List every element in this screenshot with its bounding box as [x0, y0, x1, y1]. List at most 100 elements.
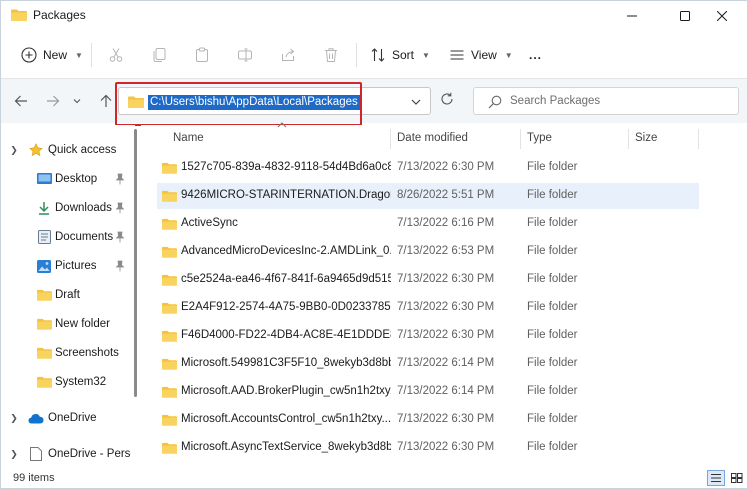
details-view-button[interactable]	[707, 470, 725, 486]
file-row[interactable]: Microsoft.AsyncTextService_8wekyb3d8b...…	[157, 435, 699, 461]
file-row[interactable]: 1527c705-839a-4832-9118-54d4Bd6a0c89... …	[157, 155, 699, 181]
file-date: 7/13/2022 6:30 PM	[397, 301, 495, 313]
file-type: File folder	[527, 273, 578, 285]
column-divider[interactable]	[390, 129, 391, 149]
rename-button[interactable]	[233, 43, 257, 67]
sidebar-scrollbar[interactable]	[134, 129, 137, 397]
file-date: 7/13/2022 6:14 PM	[397, 385, 495, 397]
file-row[interactable]: E2A4F912-2574-4A75-9BB0-0D023378592... 7…	[157, 295, 699, 321]
sidebar-item-downloads[interactable]: Downloads	[1, 195, 131, 221]
more-options-button[interactable]: ...	[525, 41, 546, 69]
sidebar-item-system32[interactable]: System32	[1, 369, 131, 395]
column-header-name[interactable]: Name	[173, 125, 204, 151]
sidebar-item-screenshots[interactable]: Screenshots	[1, 340, 131, 366]
pictures-icon	[36, 259, 52, 273]
view-label: View	[471, 48, 497, 62]
details-view-icon	[711, 474, 721, 482]
file-type: File folder	[527, 357, 578, 369]
scissors-icon	[109, 48, 123, 62]
divider	[91, 43, 92, 67]
minimize-icon	[627, 15, 637, 17]
folder-icon	[162, 246, 177, 258]
sidebar-item-new-folder[interactable]: New folder	[1, 311, 131, 337]
view-list-icon	[450, 50, 464, 60]
cut-button[interactable]	[104, 43, 128, 67]
back-button[interactable]	[10, 90, 32, 112]
file-row[interactable]: AdvancedMicroDevicesInc-2.AMDLink_0... 7…	[157, 239, 699, 265]
forward-button[interactable]	[42, 90, 64, 112]
file-name: Microsoft.549981C3F5F10_8wekyb3d8bb...	[181, 357, 391, 369]
file-row[interactable]: ActiveSync 7/13/2022 6:16 PM File folder	[157, 211, 699, 237]
recent-locations-button[interactable]	[66, 90, 88, 112]
new-button[interactable]: New ▼	[17, 41, 87, 69]
sidebar-item-onedrive[interactable]: ❯ OneDrive	[1, 405, 131, 431]
desktop-icon	[36, 172, 52, 186]
file-date: 7/13/2022 6:30 PM	[397, 413, 495, 425]
sidebar-item-draft[interactable]: Draft	[1, 282, 131, 308]
chevron-down-icon[interactable]: ❯	[9, 145, 19, 156]
column-header-date-modified[interactable]: Date modified	[397, 125, 468, 151]
chevron-down-icon: ▼	[75, 50, 83, 60]
navigation-pane: ❯ Quick access Desktop Downloads Documen…	[1, 125, 135, 468]
file-date: 7/13/2022 6:14 PM	[397, 357, 495, 369]
share-button[interactable]	[276, 43, 300, 67]
column-divider[interactable]	[520, 129, 521, 149]
file-row[interactable]: Microsoft.AAD.BrokerPlugin_cw5n1h2txy...…	[157, 379, 699, 405]
tiles-view-button[interactable]	[728, 470, 746, 486]
chevron-down-icon[interactable]	[410, 96, 422, 108]
sidebar-item-quick-access[interactable]: ❯ Quick access	[1, 137, 131, 163]
sidebar-item-label: Screenshots	[55, 347, 119, 359]
pin-icon	[115, 260, 125, 272]
sidebar-item-documents[interactable]: Documents	[1, 224, 131, 250]
close-button[interactable]	[699, 1, 745, 31]
up-button[interactable]	[95, 90, 117, 112]
item-count: 99 items	[13, 472, 55, 484]
file-type: File folder	[527, 329, 578, 341]
star-icon	[28, 143, 44, 157]
file-date: 7/13/2022 6:30 PM	[397, 441, 495, 453]
sort-label: Sort	[392, 48, 415, 62]
file-date: 7/13/2022 6:30 PM	[397, 273, 495, 285]
sidebar-item-pictures[interactable]: Pictures	[1, 253, 131, 279]
sidebar-item-desktop[interactable]: Desktop	[1, 166, 131, 192]
sidebar-item-label: New folder	[55, 318, 110, 330]
arrow-up-icon	[100, 94, 112, 107]
sidebar-item-label: OneDrive - Perso	[48, 448, 131, 460]
refresh-button[interactable]	[437, 89, 457, 109]
column-divider[interactable]	[628, 129, 629, 149]
chevron-right-icon[interactable]: ❯	[9, 413, 19, 424]
folder-icon	[162, 330, 177, 342]
divider	[356, 43, 357, 67]
column-header-size[interactable]: Size	[635, 125, 657, 151]
sort-button[interactable]: Sort ▼	[366, 41, 434, 69]
file-row[interactable]: c5e2524a-ea46-4f67-841f-6a9465d9d515_...…	[157, 267, 699, 293]
title-bar: Packages	[1, 1, 747, 31]
copy-button[interactable]	[147, 43, 171, 67]
file-type: File folder	[527, 385, 578, 397]
sidebar-item-label: Pictures	[55, 260, 97, 272]
delete-button[interactable]	[319, 43, 343, 67]
plus-circle-icon	[21, 47, 37, 63]
folder-icon	[162, 190, 177, 202]
sidebar-item-onedrive-personal[interactable]: ❯ OneDrive - Perso	[1, 441, 131, 467]
documents-icon	[36, 230, 52, 244]
paste-button[interactable]	[190, 43, 214, 67]
chevron-right-icon[interactable]: ❯	[9, 449, 19, 460]
minimize-button[interactable]	[609, 1, 655, 31]
search-icon	[488, 95, 502, 109]
arrow-left-icon	[14, 95, 27, 107]
sort-icon	[371, 48, 385, 62]
window-title: Packages	[33, 8, 86, 22]
search-box[interactable]: Search Packages	[473, 87, 739, 115]
column-header-type[interactable]: Type	[527, 125, 552, 151]
view-button[interactable]: View ▼	[445, 41, 517, 69]
column-divider[interactable]	[698, 129, 699, 149]
file-row[interactable]: Microsoft.549981C3F5F10_8wekyb3d8bb... 7…	[157, 351, 699, 377]
share-icon	[282, 48, 295, 61]
cloud-icon	[28, 411, 44, 425]
file-row-selected[interactable]: 9426MICRO-STARINTERNATION.DragonC... 8/2…	[157, 183, 699, 209]
sidebar-item-label: Quick access	[48, 144, 117, 156]
file-row[interactable]: F46D4000-FD22-4DB4-AC8E-4E1DDDE828... 7/…	[157, 323, 699, 349]
chevron-down-icon	[73, 99, 81, 104]
file-row[interactable]: Microsoft.AccountsControl_cw5n1h2txy... …	[157, 407, 699, 433]
